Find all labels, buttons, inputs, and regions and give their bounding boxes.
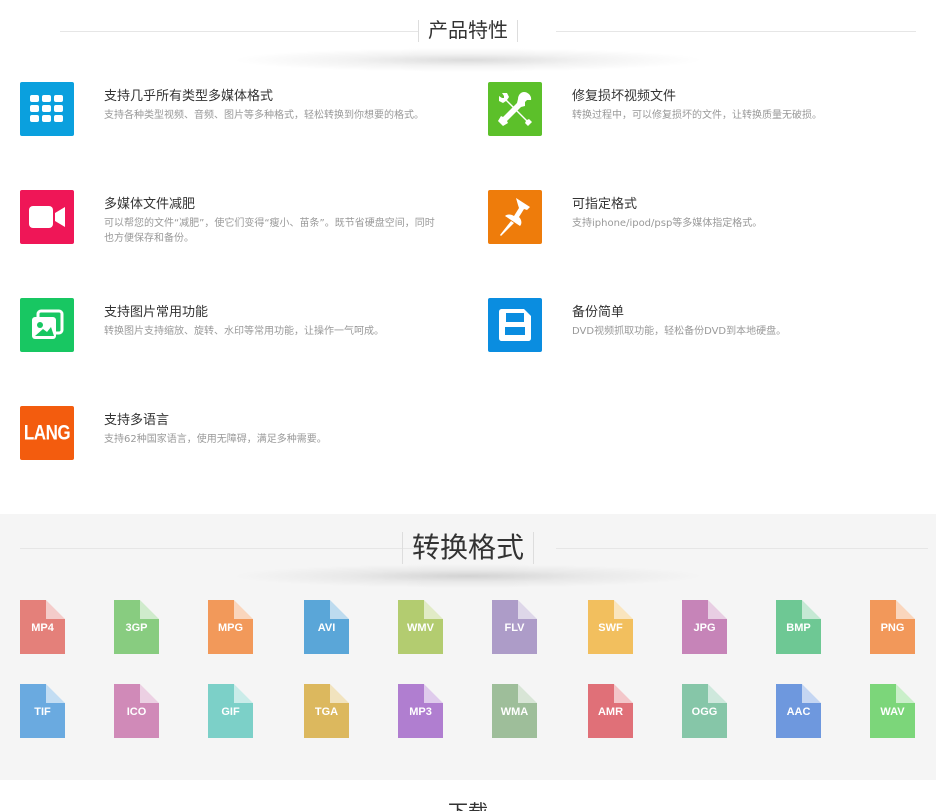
feature-item-specify-format: 可指定格式 支持iphone/ipod/psp等多媒体指定格式。 — [488, 190, 908, 250]
format-bmp-icon: BMP — [776, 600, 821, 654]
format-label: WMV — [407, 622, 434, 634]
feature-title: 可指定格式 — [572, 197, 638, 212]
feature-title: 备份简单 — [572, 305, 625, 320]
format-avi-icon: AVI — [304, 600, 349, 654]
format-label: MP3 — [409, 706, 432, 718]
format-tga-icon: TGA — [304, 684, 349, 738]
format-label: GIF — [221, 706, 240, 718]
format-label: AMR — [597, 706, 624, 718]
feature-desc: DVD视频抓取功能，轻松备份DVD到本地硬盘。 — [572, 326, 787, 337]
format-label: WMA — [500, 706, 529, 718]
feature-desc: 可以帮您的文件“减肥”，使它们变得“瘦小、苗条”。既节省硬盘空间，同时也方便保存… — [104, 218, 435, 244]
format-mpg-icon: MPG — [208, 600, 253, 654]
format-label: WAV — [880, 706, 905, 718]
feature-item-backup: 备份简单 DVD视频抓取功能，轻松备份DVD到本地硬盘。 — [488, 298, 908, 358]
feature-item-language: LANG 支持多语言 支持62种国家语言，使用无障碍，满足多种需要。 — [20, 406, 440, 466]
format-amr-icon: AMR — [588, 684, 633, 738]
formats-section-header: 转换格式 — [0, 528, 936, 568]
format-wma-icon: WMA — [492, 684, 537, 738]
header-line-left — [60, 31, 418, 32]
header-shadow — [230, 564, 706, 588]
format-label: 3GP — [125, 622, 148, 634]
feature-desc: 转换图片支持缩放、旋转、水印等常用功能，让操作一气呵成。 — [104, 326, 384, 337]
format-label: OGG — [691, 706, 718, 718]
format-mp4-icon: MP4 — [20, 600, 65, 654]
format-3gp-icon: 3GP — [114, 600, 159, 654]
format-png-icon: PNG — [870, 600, 915, 654]
video-camera-icon — [20, 190, 74, 244]
format-label: TGA — [314, 706, 339, 718]
formats-title: 转换格式 — [401, 528, 535, 568]
download-section-title: 下载 — [0, 800, 936, 811]
format-label: MP4 — [31, 622, 54, 634]
feature-item-formats: 支持几乎所有类型多媒体格式 支持各种类型视频、音频、图片等多种格式，轻松转换到你… — [20, 82, 440, 142]
format-mp3-icon: MP3 — [398, 684, 443, 738]
lang-icon: LANG — [20, 406, 74, 460]
header-shadow — [230, 48, 706, 72]
feature-desc: 转换过程中，可以修复损坏的文件，让转换质量无破损。 — [572, 110, 822, 121]
tools-icon — [488, 82, 542, 136]
format-tif-icon: TIF — [20, 684, 65, 738]
format-aac-icon: AAC — [776, 684, 821, 738]
format-label: MPG — [217, 622, 244, 634]
header-line-left — [20, 548, 418, 549]
format-label: BMP — [786, 622, 811, 634]
feature-item-picture: 支持图片常用功能 转换图片支持缩放、旋转、水印等常用功能，让操作一气呵成。 — [20, 298, 440, 358]
feature-title: 支持多语言 — [104, 413, 170, 428]
format-swf-icon: SWF — [588, 600, 633, 654]
features-section-header: 产品特性 — [0, 16, 936, 46]
formats-section: 转换格式 MP4 3GP MPG AVI WMV FLV SWF JPG BMP PNG TIF IC… — [0, 514, 936, 780]
format-label: AVI — [317, 622, 336, 634]
header-line-right — [556, 31, 916, 32]
format-label: PNG — [880, 622, 905, 634]
feature-title: 支持图片常用功能 — [104, 305, 209, 320]
format-wav-icon: WAV — [870, 684, 915, 738]
lang-icon-text: LANG — [23, 420, 71, 445]
format-label: TIF — [34, 706, 51, 718]
format-ogg-icon: OGG — [682, 684, 727, 738]
feature-title: 支持几乎所有类型多媒体格式 — [104, 89, 274, 104]
feature-title: 修复损坏视频文件 — [572, 89, 677, 104]
format-label: SWF — [598, 622, 623, 634]
feature-title: 多媒体文件减肥 — [104, 197, 196, 212]
format-gif-icon: GIF — [208, 684, 253, 738]
format-label: AAC — [786, 706, 811, 718]
format-ico-icon: ICO — [114, 684, 159, 738]
pin-icon — [488, 190, 542, 244]
pictures-icon — [20, 298, 74, 352]
feature-desc: 支持iphone/ipod/psp等多媒体指定格式。 — [572, 218, 763, 229]
feature-item-repair: 修复损坏视频文件 转换过程中，可以修复损坏的文件，让转换质量无破损。 — [488, 82, 908, 142]
format-wmv-icon: WMV — [398, 600, 443, 654]
feature-desc: 支持各种类型视频、音频、图片等多种格式，轻松转换到你想要的格式。 — [104, 110, 424, 121]
header-line-right — [556, 548, 928, 549]
floppy-disk-icon — [488, 298, 542, 352]
format-flv-icon: FLV — [492, 600, 537, 654]
grid-icon — [20, 82, 74, 136]
feature-item-compress: 多媒体文件减肥 可以帮您的文件“减肥”，使它们变得“瘦小、苗条”。既节省硬盘空间… — [20, 190, 440, 250]
format-label: ICO — [126, 706, 147, 718]
features-title: 产品特性 — [418, 16, 518, 46]
feature-desc: 支持62种国家语言，使用无障碍，满足多种需要。 — [104, 434, 327, 445]
format-label: FLV — [504, 622, 525, 634]
format-label: JPG — [693, 622, 716, 634]
format-jpg-icon: JPG — [682, 600, 727, 654]
